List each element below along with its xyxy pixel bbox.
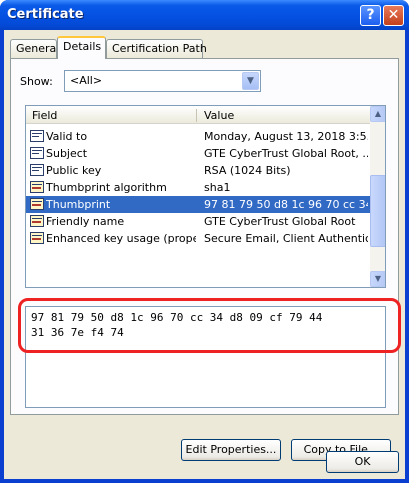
row-value: Monday, August 13, 2018 3:5...: [204, 130, 368, 143]
row-value: GTE CyberTrust Global Root, ...: [204, 147, 368, 160]
show-dropdown[interactable]: <All> ▼: [64, 70, 261, 92]
row-field: Friendly name: [46, 215, 125, 228]
column-header-value[interactable]: Value: [204, 109, 234, 122]
list-item-selected[interactable]: Thumbprint 97 81 79 50 d8 1c 96 70 cc 34…: [26, 196, 370, 213]
row-value: GTE CyberTrust Global Root: [204, 215, 356, 228]
list-item[interactable]: Friendly name GTE CyberTrust Global Root: [26, 213, 370, 230]
tab-certification-path[interactable]: Certification Path: [106, 39, 207, 58]
details-panel: Show: <All> ▼ Field Value Valid to Monda…: [10, 58, 401, 461]
ok-button[interactable]: OK: [326, 451, 399, 473]
cert-field-icon: [30, 130, 44, 142]
column-header-field[interactable]: Field: [32, 109, 57, 122]
list-rows: Valid to Monday, August 13, 2018 3:5... …: [26, 128, 370, 247]
cert-field-icon: [30, 147, 44, 159]
row-value: RSA (1024 Bits): [204, 164, 291, 177]
highlight-annotation: [18, 298, 401, 353]
cert-extension-icon: [30, 215, 44, 227]
row-field: Thumbprint: [46, 198, 111, 211]
list-item[interactable]: Enhanced key usage (prope... Secure Emai…: [26, 230, 370, 247]
row-field: Public key: [46, 164, 102, 177]
row-field: Thumbprint algorithm: [46, 181, 167, 194]
list-header: Field Value: [26, 106, 370, 124]
list-item[interactable]: Valid to Monday, August 13, 2018 3:5...: [26, 128, 370, 145]
close-button[interactable]: ✕: [383, 5, 404, 26]
show-label: Show:: [20, 75, 53, 88]
tab-general[interactable]: General: [10, 39, 59, 58]
cert-extension-icon: [30, 232, 44, 244]
show-dropdown-value: <All>: [70, 74, 103, 87]
row-value: sha1: [204, 181, 231, 194]
cert-extension-icon: [30, 181, 44, 193]
row-value: Secure Email, Client Authentic...: [204, 232, 368, 245]
certificate-window: Certificate ? ✕ General Details Certific…: [0, 0, 409, 483]
cert-field-icon: [30, 164, 44, 176]
title-bar[interactable]: Certificate ? ✕: [0, 0, 409, 30]
row-field: Enhanced key usage (prope...: [46, 232, 196, 245]
vertical-scrollbar[interactable]: ▲ ▼: [370, 106, 385, 287]
window-title: Certificate: [7, 7, 84, 22]
scroll-up-icon[interactable]: ▲: [370, 106, 385, 122]
list-item[interactable]: Thumbprint algorithm sha1: [26, 179, 370, 196]
cert-extension-icon: [30, 198, 44, 210]
scroll-down-icon[interactable]: ▼: [370, 271, 385, 287]
row-field: Valid to: [46, 130, 88, 143]
chevron-down-icon[interactable]: ▼: [242, 72, 259, 90]
list-item[interactable]: Public key RSA (1024 Bits): [26, 162, 370, 179]
column-divider[interactable]: [196, 109, 197, 122]
row-field: Subject: [46, 147, 88, 160]
scroll-thumb[interactable]: [370, 175, 385, 247]
edit-properties-button[interactable]: Edit Properties...: [181, 439, 281, 461]
dialog-body: General Details Certification Path Show:…: [4, 30, 405, 479]
help-button[interactable]: ?: [360, 5, 381, 26]
row-value: 97 81 79 50 d8 1c 96 70 cc 34 ...: [204, 198, 368, 211]
tab-details[interactable]: Details: [57, 36, 106, 59]
list-item[interactable]: Subject GTE CyberTrust Global Root, ...: [26, 145, 370, 162]
fields-list[interactable]: Field Value Valid to Monday, August 13, …: [25, 105, 386, 288]
